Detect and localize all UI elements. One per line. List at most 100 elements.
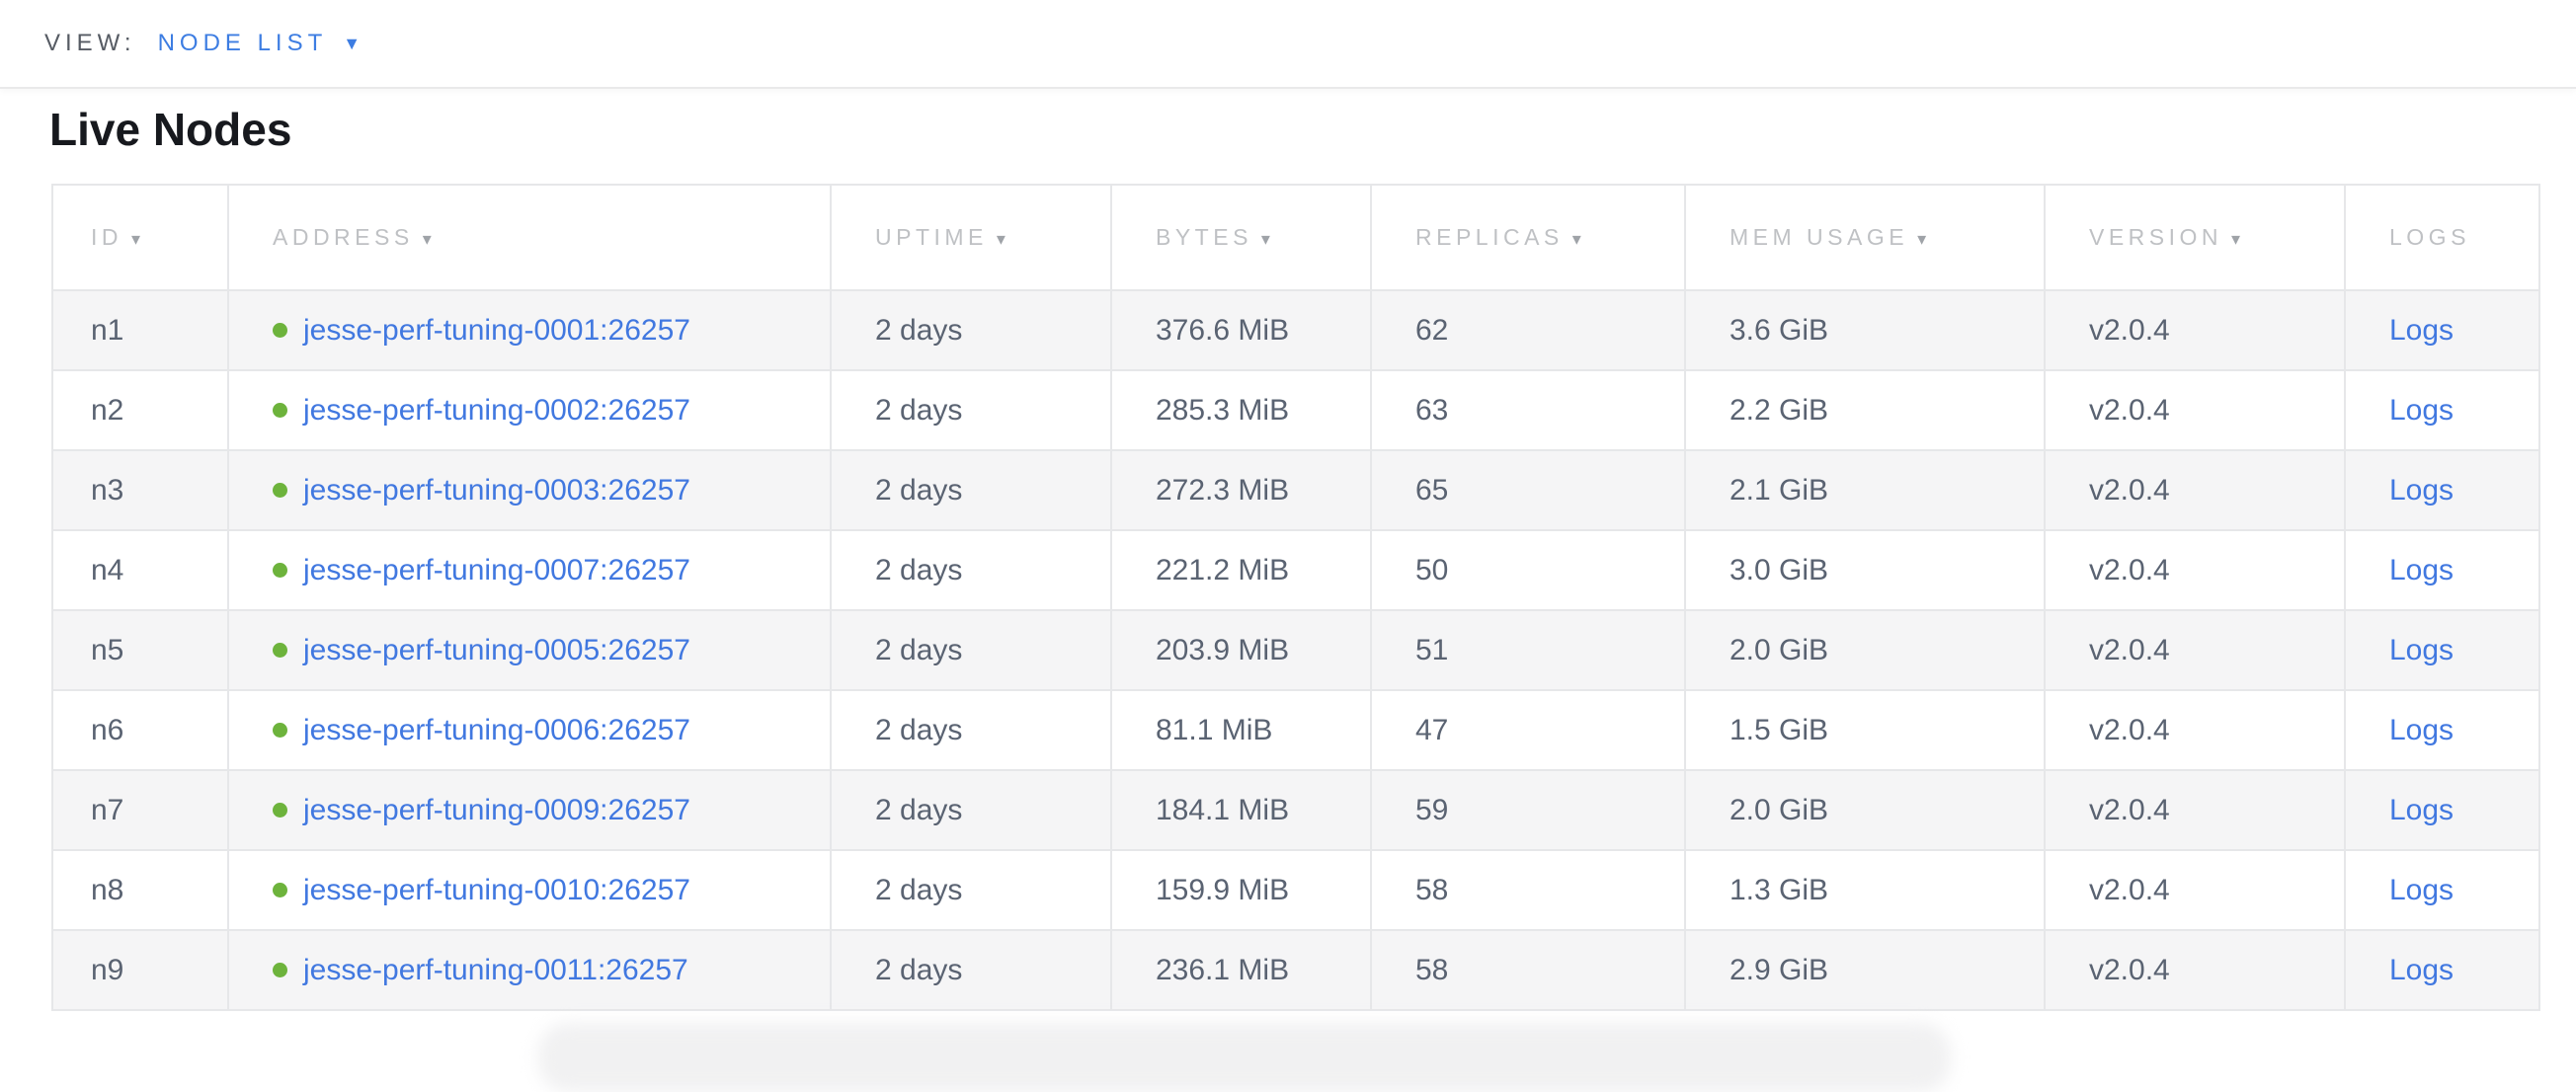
node-id-cell: n2 — [52, 370, 228, 450]
node-address-link[interactable]: jesse-perf-tuning-0010:26257 — [303, 874, 690, 906]
node-address-link[interactable]: jesse-perf-tuning-0011:26257 — [303, 954, 688, 986]
table-row: n5jesse-perf-tuning-0005:262572 days203.… — [52, 610, 2539, 690]
node-id-cell: n9 — [52, 930, 228, 1010]
node-logs-link[interactable]: Logs — [2389, 874, 2454, 906]
node-id-cell: n3 — [52, 450, 228, 530]
cell-value: 2 days — [875, 714, 962, 746]
node-logs-link[interactable]: Logs — [2389, 314, 2454, 347]
node-address-cell: jesse-perf-tuning-0006:26257 — [228, 690, 831, 770]
node-live-status-icon — [273, 963, 287, 977]
cell-value: 159.9 MiB — [1156, 874, 1289, 906]
node-replicas-cell: 47 — [1371, 690, 1685, 770]
node-address-link[interactable]: jesse-perf-tuning-0009:26257 — [303, 794, 690, 826]
cell-value: v2.0.4 — [2089, 874, 2170, 906]
live-nodes-section: Live Nodes ID▾ ADDRESS ▾ UPTIME▾ BYTES▾ R… — [0, 89, 2576, 1011]
column-header-version[interactable]: VERSION ▾ — [2045, 185, 2345, 290]
node-logs-link[interactable]: Logs — [2389, 794, 2454, 826]
node-address-link[interactable]: jesse-perf-tuning-0003:26257 — [303, 474, 690, 507]
node-bytes-cell: 376.6 MiB — [1111, 290, 1371, 370]
cell-value: 236.1 MiB — [1156, 954, 1289, 986]
node-uptime-cell: 2 days — [831, 930, 1111, 1010]
node-logs-cell: Logs — [2345, 930, 2539, 1010]
node-version-cell: v2.0.4 — [2045, 930, 2345, 1010]
node-logs-link[interactable]: Logs — [2389, 394, 2454, 427]
column-header-id[interactable]: ID▾ — [52, 185, 228, 290]
node-bytes-cell: 236.1 MiB — [1111, 930, 1371, 1010]
live-nodes-table: ID▾ ADDRESS ▾ UPTIME▾ BYTES▾ REPLICAS▾ ME… — [51, 184, 2540, 1011]
node-logs-cell: Logs — [2345, 290, 2539, 370]
node-address-link[interactable]: jesse-perf-tuning-0006:26257 — [303, 714, 690, 746]
cell-value: 65 — [1415, 474, 1448, 507]
node-address-cell: jesse-perf-tuning-0011:26257 — [228, 930, 831, 1010]
node-address-link[interactable]: jesse-perf-tuning-0007:26257 — [303, 554, 690, 586]
cell-value: n4 — [91, 554, 123, 586]
cell-value: n7 — [91, 794, 123, 826]
node-address-cell: jesse-perf-tuning-0003:26257 — [228, 450, 831, 530]
column-header-bytes[interactable]: BYTES▾ — [1111, 185, 1371, 290]
cell-value: 2.0 GiB — [1730, 794, 1828, 826]
sort-caret-icon: ▾ — [1572, 229, 1581, 249]
cell-value: 2.0 GiB — [1730, 634, 1828, 666]
view-label: VIEW: — [44, 30, 136, 57]
column-header-address[interactable]: ADDRESS ▾ — [228, 185, 831, 290]
node-uptime-cell: 2 days — [831, 370, 1111, 450]
cell-value: 3.0 GiB — [1730, 554, 1828, 586]
cell-value: 2.2 GiB — [1730, 394, 1828, 427]
node-address-link[interactable]: jesse-perf-tuning-0005:26257 — [303, 634, 690, 666]
node-version-cell: v2.0.4 — [2045, 530, 2345, 610]
node-live-status-icon — [273, 323, 287, 338]
column-header-label: ADDRESS — [273, 224, 414, 250]
view-dropdown-selected: NODE LIST — [158, 30, 328, 57]
table-row: n4jesse-perf-tuning-0007:262572 days221.… — [52, 530, 2539, 610]
node-version-cell: v2.0.4 — [2045, 850, 2345, 930]
sort-caret-icon: ▾ — [423, 229, 432, 249]
node-address-link[interactable]: jesse-perf-tuning-0001:26257 — [303, 314, 690, 347]
cell-value: n5 — [91, 634, 123, 666]
node-mem-usage-cell: 2.2 GiB — [1685, 370, 2045, 450]
next-panel-shadow — [538, 1023, 1951, 1092]
cell-value: 1.3 GiB — [1730, 874, 1828, 906]
cell-value: 2.1 GiB — [1730, 474, 1828, 507]
node-live-status-icon — [273, 883, 287, 897]
cell-value: v2.0.4 — [2089, 394, 2170, 427]
node-live-status-icon — [273, 403, 287, 418]
cell-value: 2 days — [875, 554, 962, 586]
cell-value: 47 — [1415, 714, 1448, 746]
node-logs-link[interactable]: Logs — [2389, 714, 2454, 746]
column-header-uptime[interactable]: UPTIME▾ — [831, 185, 1111, 290]
cell-value: 2 days — [875, 314, 962, 347]
node-version-cell: v2.0.4 — [2045, 690, 2345, 770]
cell-value: v2.0.4 — [2089, 554, 2170, 586]
column-header-label: VERSION — [2089, 224, 2222, 250]
table-row: n7jesse-perf-tuning-0009:262572 days184.… — [52, 770, 2539, 850]
node-uptime-cell: 2 days — [831, 610, 1111, 690]
node-logs-link[interactable]: Logs — [2389, 554, 2454, 586]
node-logs-link[interactable]: Logs — [2389, 474, 2454, 507]
node-replicas-cell: 59 — [1371, 770, 1685, 850]
table-row: n2jesse-perf-tuning-0002:262572 days285.… — [52, 370, 2539, 450]
node-address-cell: jesse-perf-tuning-0005:26257 — [228, 610, 831, 690]
column-header-label: LOGS — [2389, 224, 2470, 250]
node-logs-link[interactable]: Logs — [2389, 954, 2454, 986]
view-dropdown[interactable]: NODE LIST ▼ — [158, 30, 362, 57]
node-replicas-cell: 63 — [1371, 370, 1685, 450]
node-address-link[interactable]: jesse-perf-tuning-0002:26257 — [303, 394, 690, 427]
column-header-replicas[interactable]: REPLICAS▾ — [1371, 185, 1685, 290]
node-logs-link[interactable]: Logs — [2389, 634, 2454, 666]
node-uptime-cell: 2 days — [831, 450, 1111, 530]
page-title: Live Nodes — [49, 103, 2576, 157]
column-header-mem-usage[interactable]: MEM USAGE ▾ — [1685, 185, 2045, 290]
column-header-label: MEM USAGE — [1730, 224, 1908, 250]
cell-value: 2 days — [875, 634, 962, 666]
cell-value: 58 — [1415, 954, 1448, 986]
cell-value: v2.0.4 — [2089, 634, 2170, 666]
node-logs-cell: Logs — [2345, 610, 2539, 690]
node-logs-cell: Logs — [2345, 850, 2539, 930]
sort-caret-icon: ▾ — [2231, 229, 2240, 249]
node-uptime-cell: 2 days — [831, 290, 1111, 370]
node-uptime-cell: 2 days — [831, 770, 1111, 850]
node-replicas-cell: 51 — [1371, 610, 1685, 690]
node-mem-usage-cell: 3.6 GiB — [1685, 290, 2045, 370]
cell-value: v2.0.4 — [2089, 794, 2170, 826]
sort-caret-icon: ▾ — [1917, 229, 1926, 249]
